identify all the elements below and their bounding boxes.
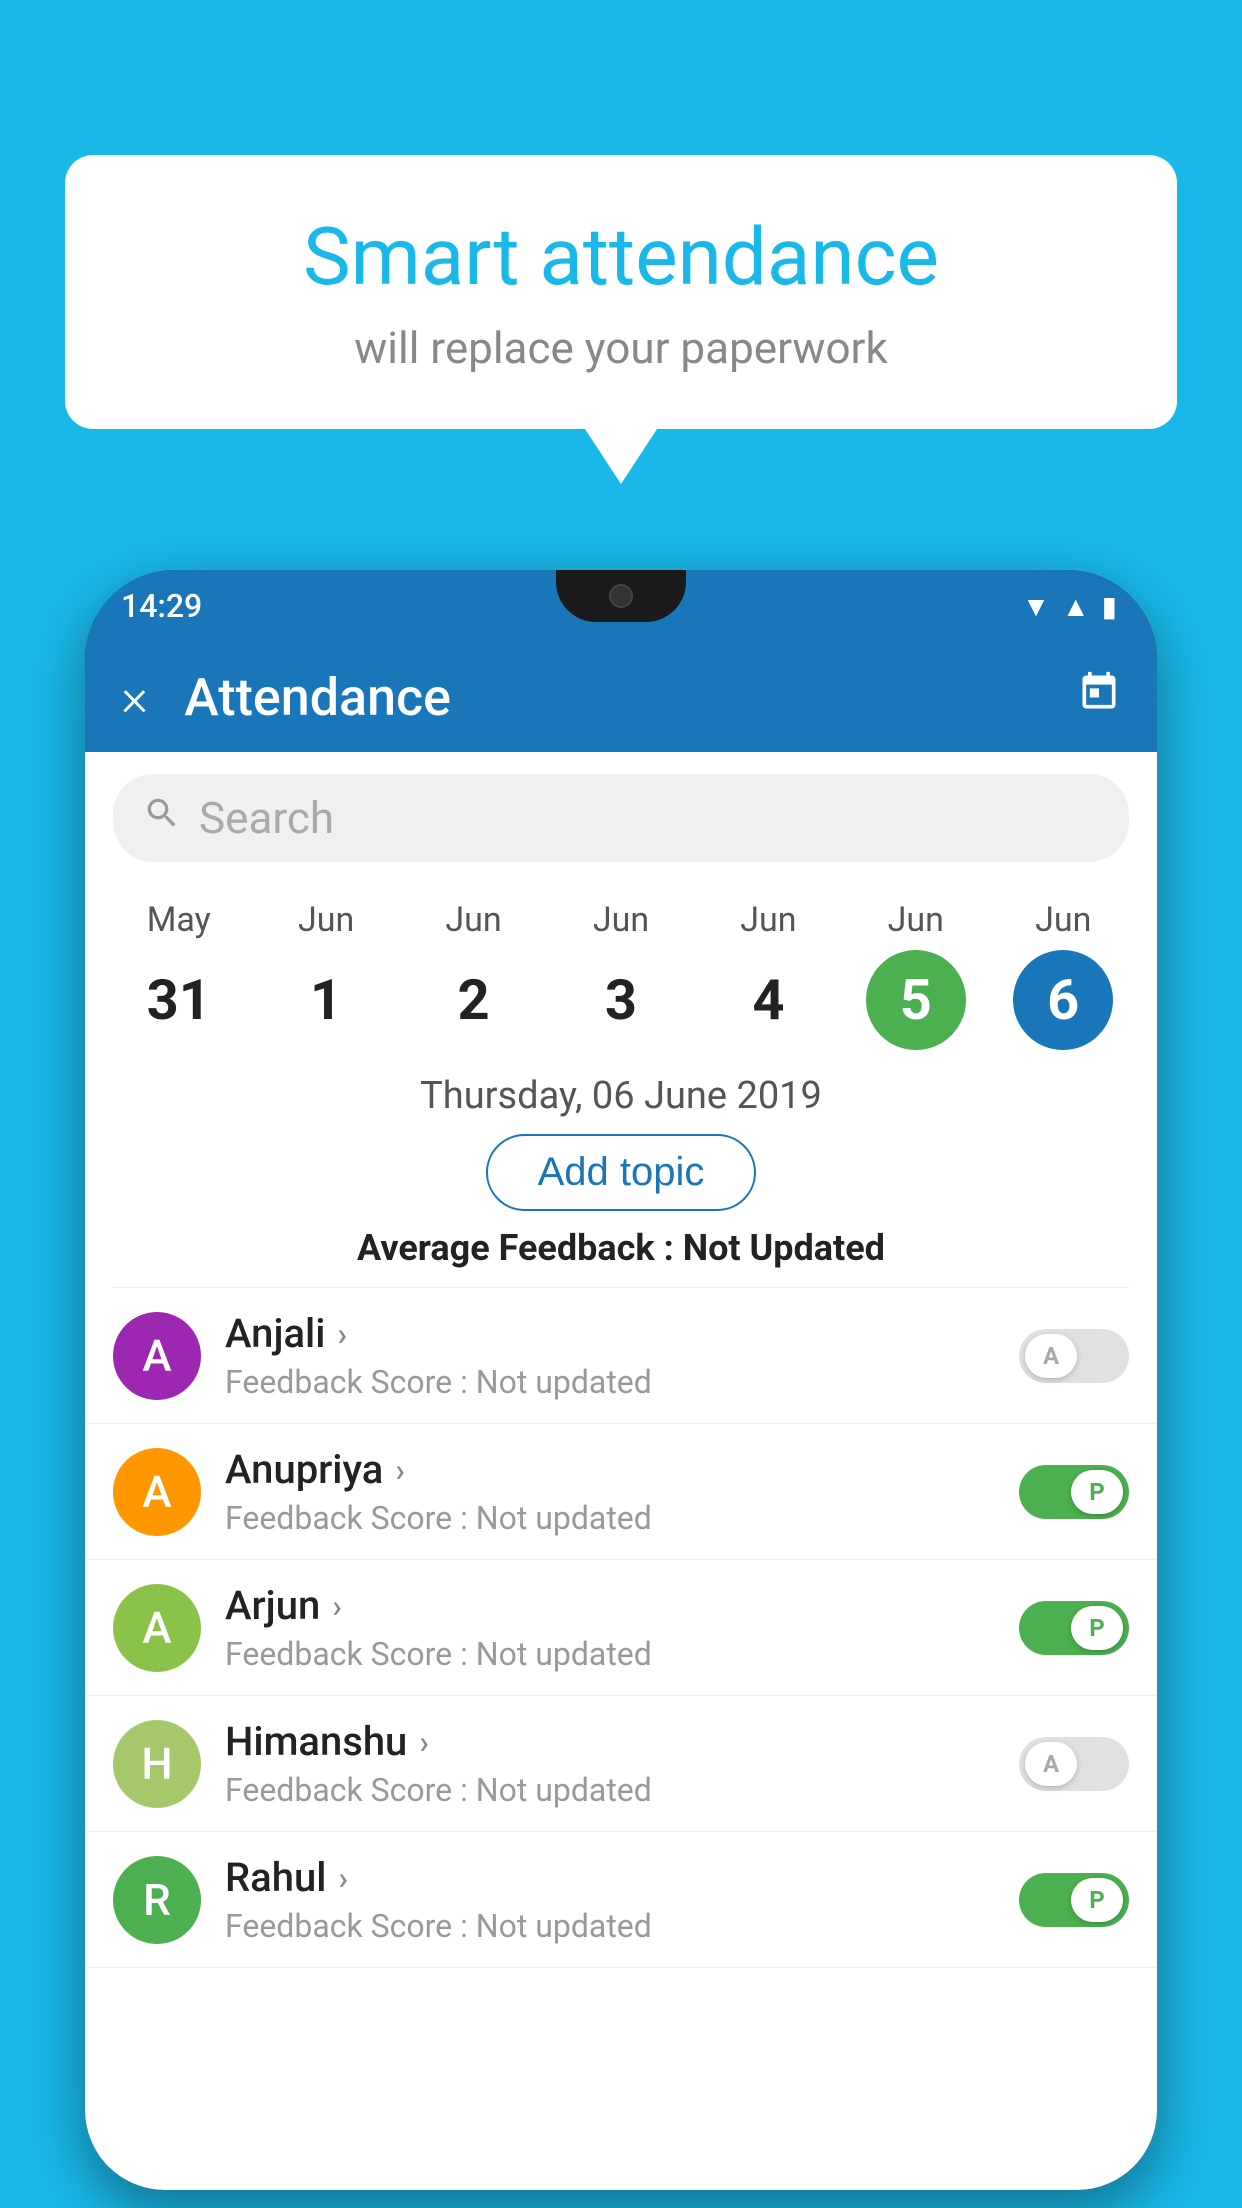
attendance-toggle[interactable]: P [1019,1873,1129,1927]
cal-date-number: 1 [276,950,376,1050]
bubble-subtitle: will replace your paperwork [125,322,1117,374]
average-feedback: Average Feedback : Not Updated [85,1227,1157,1269]
attendance-toggle[interactable]: A [1019,1737,1129,1791]
screen-content: Search May 31 Jun 1 Jun 2 Jun 3 Jun 4 Jun 5 Jun 6 Thu… [85,752,1157,2190]
cal-date-number: 6 [1013,950,1113,1050]
search-bar[interactable]: Search [113,774,1129,862]
student-list: AAnjali ›Feedback Score : Not updatedAAA… [85,1288,1157,1968]
student-feedback: Feedback Score : Not updated [225,1771,1019,1809]
cal-month-label: Jun [298,900,354,940]
calendar-icon[interactable] [1077,670,1121,725]
calendar-day[interactable]: Jun 5 [856,900,976,1050]
student-item[interactable]: R Rahul › Feedback Score : Not updated P [85,1832,1157,1968]
student-avatar: H [113,1720,201,1808]
student-item[interactable]: A Arjun › Feedback Score : Not updated P [85,1560,1157,1696]
student-feedback: Feedback Score : Not updated [225,1363,1019,1401]
toggle-knob: A [1025,1742,1077,1786]
student-name: Rahul › [225,1854,1019,1901]
cal-date-number: 3 [571,950,671,1050]
cal-month-label: Jun [445,900,501,940]
cal-month-label: Jun [593,900,649,940]
speech-bubble-container: Smart attendance will replace your paper… [65,155,1177,484]
chevron-icon: › [337,1315,347,1353]
status-icons: ▼ ▲ ▮ [1022,590,1117,623]
calendar-day[interactable]: May 31 [119,900,239,1050]
student-feedback: Feedback Score : Not updated [225,1907,1019,1945]
student-avatar: A [113,1448,201,1536]
avg-feedback-label: Average Feedback : [357,1227,683,1269]
attendance-toggle[interactable]: A [1019,1329,1129,1383]
chevron-icon: › [395,1451,405,1489]
cal-month-label: Jun [888,900,944,940]
toggle-knob: P [1071,1606,1123,1650]
battery-icon: ▮ [1102,590,1117,623]
cal-month-label: May [147,900,211,940]
speech-bubble-tail [585,429,657,484]
front-camera [609,584,633,608]
student-feedback: Feedback Score : Not updated [225,1499,1019,1537]
calendar-day[interactable]: Jun 4 [708,900,828,1050]
phone-notch [556,570,686,622]
student-info: Himanshu › Feedback Score : Not updated [225,1718,1019,1809]
chevron-icon: › [332,1587,342,1625]
student-feedback: Feedback Score : Not updated [225,1635,1019,1673]
cal-date-number: 31 [129,950,229,1050]
close-button[interactable]: × [121,667,148,728]
student-name: Arjun › [225,1582,1019,1629]
student-item[interactable]: H Himanshu › Feedback Score : Not updatedA [85,1696,1157,1832]
phone-frame: 14:29 ▼ ▲ ▮ × Attendance [85,570,1157,2190]
phone-container: 14:29 ▼ ▲ ▮ × Attendance [85,570,1157,2208]
add-topic-button[interactable]: Add topic [486,1134,757,1211]
app-bar-title: Attendance [184,667,1077,728]
search-icon [143,794,181,842]
student-info: Anjali › Feedback Score : Not updated [225,1310,1019,1401]
calendar-day[interactable]: Jun 1 [266,900,386,1050]
cal-month-label: Jun [740,900,796,940]
cal-month-label: Jun [1035,900,1091,940]
student-info: Arjun › Feedback Score : Not updated [225,1582,1019,1673]
status-time: 14:29 [121,587,202,625]
cal-date-number: 5 [866,950,966,1050]
selected-date: Thursday, 06 June 2019 [85,1074,1157,1118]
student-name: Himanshu › [225,1718,1019,1765]
signal-icon: ▲ [1062,590,1090,623]
student-name: Anupriya › [225,1446,1019,1493]
wifi-icon: ▼ [1022,590,1050,623]
avg-feedback-value: Not Updated [683,1227,885,1269]
chevron-icon: › [419,1723,429,1761]
calendar-day[interactable]: Jun 2 [414,900,534,1050]
cal-date-number: 2 [424,950,524,1050]
student-info: Anupriya › Feedback Score : Not updated [225,1446,1019,1537]
cal-date-number: 4 [718,950,818,1050]
student-item[interactable]: AAnjali ›Feedback Score : Not updatedA [85,1288,1157,1424]
search-placeholder: Search [199,792,334,844]
student-avatar: R [113,1856,201,1944]
toggle-knob: A [1025,1334,1077,1378]
toggle-knob: P [1071,1470,1123,1514]
student-item[interactable]: A Anupriya › Feedback Score : Not updated P [85,1424,1157,1560]
attendance-toggle[interactable]: P [1019,1601,1129,1655]
calendar-day[interactable]: Jun 3 [561,900,681,1050]
calendar-day[interactable]: Jun 6 [1003,900,1123,1050]
toggle-knob: P [1071,1878,1123,1922]
student-name: Anjali › [225,1310,1019,1357]
bubble-title: Smart attendance [125,210,1117,304]
student-info: Rahul › Feedback Score : Not updated [225,1854,1019,1945]
calendar-row: May 31 Jun 1 Jun 2 Jun 3 Jun 4 Jun 5 Jun 6 [85,884,1157,1056]
speech-bubble: Smart attendance will replace your paper… [65,155,1177,429]
student-avatar: A [113,1584,201,1672]
attendance-toggle[interactable]: P [1019,1465,1129,1519]
student-avatar: A [113,1312,201,1400]
chevron-icon: › [338,1859,348,1897]
app-bar: × Attendance [85,642,1157,752]
